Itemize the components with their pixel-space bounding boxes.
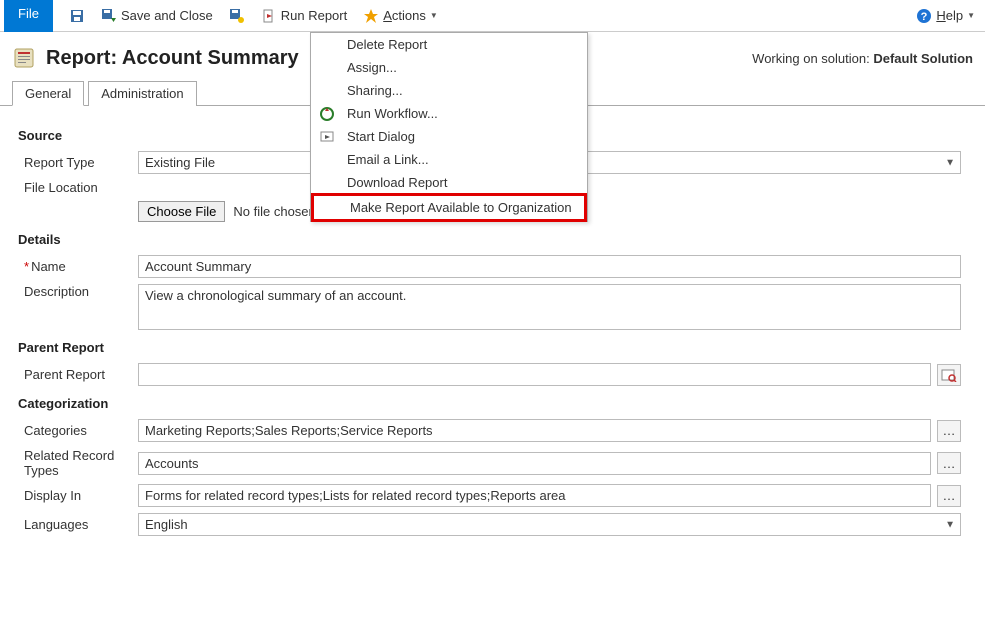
section-parent: Parent Report [18,340,961,355]
toolbar: File Save and Close Run Report Actions ▼… [0,0,985,32]
actions-icon [363,8,379,24]
languages-label: Languages [18,517,138,532]
save-close-label: Save and Close [121,8,213,23]
section-details: Details [18,232,961,247]
related-record-types-input[interactable] [138,452,931,475]
file-menu-button[interactable]: File [4,0,53,32]
run-report-button[interactable]: Run Report [255,6,353,26]
parent-report-label: Parent Report [18,367,138,382]
actions-dropdown-menu: Delete Report Assign... Sharing... Run W… [310,32,588,222]
help-label: Help [936,8,963,23]
menu-item-start-dialog[interactable]: Start Dialog [311,125,587,148]
categories-label: Categories [18,423,138,438]
tab-general[interactable]: General [12,81,84,106]
file-location-label: File Location [18,180,138,195]
parent-report-input[interactable] [138,363,931,386]
workflow-icon [319,106,335,122]
display-in-label: Display In [18,488,138,503]
run-report-label: Run Report [281,8,347,23]
menu-item-sharing[interactable]: Sharing... [311,79,587,102]
save-new-button[interactable] [223,6,251,26]
name-input[interactable] [138,255,961,278]
actions-label: Actions [383,8,426,23]
file-chosen-status: No file chosen [233,204,315,219]
display-in-input[interactable] [138,484,931,507]
report-icon [12,46,36,70]
help-icon: ? [916,8,932,24]
chevron-down-icon: ▼ [967,11,975,20]
section-categorization: Categorization [18,396,961,411]
description-input[interactable]: View a chronological summary of an accou… [138,284,961,330]
report-type-label: Report Type [18,155,138,170]
related-edit-button[interactable]: … [937,452,961,474]
menu-item-download-report[interactable]: Download Report [311,171,587,194]
languages-select[interactable] [138,513,961,536]
choose-file-button[interactable]: Choose File [138,201,225,222]
menu-item-email-link[interactable]: Email a Link... [311,148,587,171]
save-and-close-button[interactable]: Save and Close [95,6,219,26]
save-button[interactable] [63,6,91,26]
actions-menu-button[interactable]: Actions ▼ [357,6,444,26]
menu-item-delete-report[interactable]: Delete Report [311,33,587,56]
run-report-icon [261,8,277,24]
help-button[interactable]: ? Help ▼ [910,6,981,26]
solution-context: Working on solution: Default Solution [752,51,973,66]
menu-item-run-workflow[interactable]: Run Workflow... [311,102,587,125]
save-new-icon [229,8,245,24]
lookup-icon [941,368,957,382]
menu-item-make-available-org[interactable]: Make Report Available to Organization [314,196,584,219]
save-close-icon [101,8,117,24]
description-label: Description [18,284,138,299]
tab-administration[interactable]: Administration [88,81,196,106]
chevron-down-icon: ▼ [430,11,438,20]
menu-item-assign[interactable]: Assign... [311,56,587,79]
categories-edit-button[interactable]: … [937,420,961,442]
parent-report-lookup-button[interactable] [937,364,961,386]
save-icon [69,8,85,24]
categories-input[interactable] [138,419,931,442]
name-label: *Name [18,259,138,274]
page-title: Report: Account Summary [46,47,299,70]
svg-text:?: ? [921,11,928,23]
related-record-types-label: Related Record Types [18,448,138,478]
dialog-icon [319,129,335,145]
display-in-edit-button[interactable]: … [937,485,961,507]
